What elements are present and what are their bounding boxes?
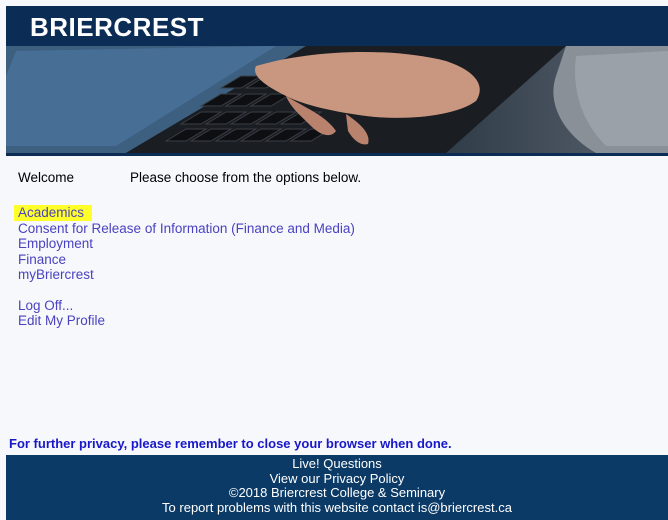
menu-item-finance[interactable]: Finance xyxy=(18,252,355,268)
site-footer: Live! Questions View our Privacy Policy … xyxy=(6,455,668,520)
welcome-message: Please choose from the options below. xyxy=(130,170,362,185)
contact-text: To report problems with this website con… xyxy=(162,499,512,515)
edit-profile-link[interactable]: Edit My Profile xyxy=(18,313,355,329)
menu-spacer xyxy=(18,283,355,298)
privacy-policy-link[interactable]: View our Privacy Policy xyxy=(6,471,668,487)
copyright-text: ©2018 Briercrest College & Seminary xyxy=(228,485,446,500)
briercrest-logo[interactable]: BRIERCREST xyxy=(30,12,204,43)
log-off-link[interactable]: Log Off... xyxy=(18,298,355,314)
header-banner-image xyxy=(6,46,668,153)
menu-item-consent-release[interactable]: Consent for Release of Information (Fina… xyxy=(18,221,355,237)
menu-item-employment[interactable]: Employment xyxy=(18,236,355,252)
main-menu: Academics Consent for Release of Informa… xyxy=(14,205,355,329)
welcome-label: Welcome xyxy=(18,170,75,185)
privacy-notice: For further privacy, please remember to … xyxy=(9,436,452,451)
menu-item-academics[interactable]: Academics xyxy=(14,205,93,221)
menu-item-mybriercrest[interactable]: myBriercrest xyxy=(18,267,355,283)
live-questions-link[interactable]: Live! Questions xyxy=(6,456,668,472)
site-header: BRIERCREST xyxy=(6,6,668,156)
